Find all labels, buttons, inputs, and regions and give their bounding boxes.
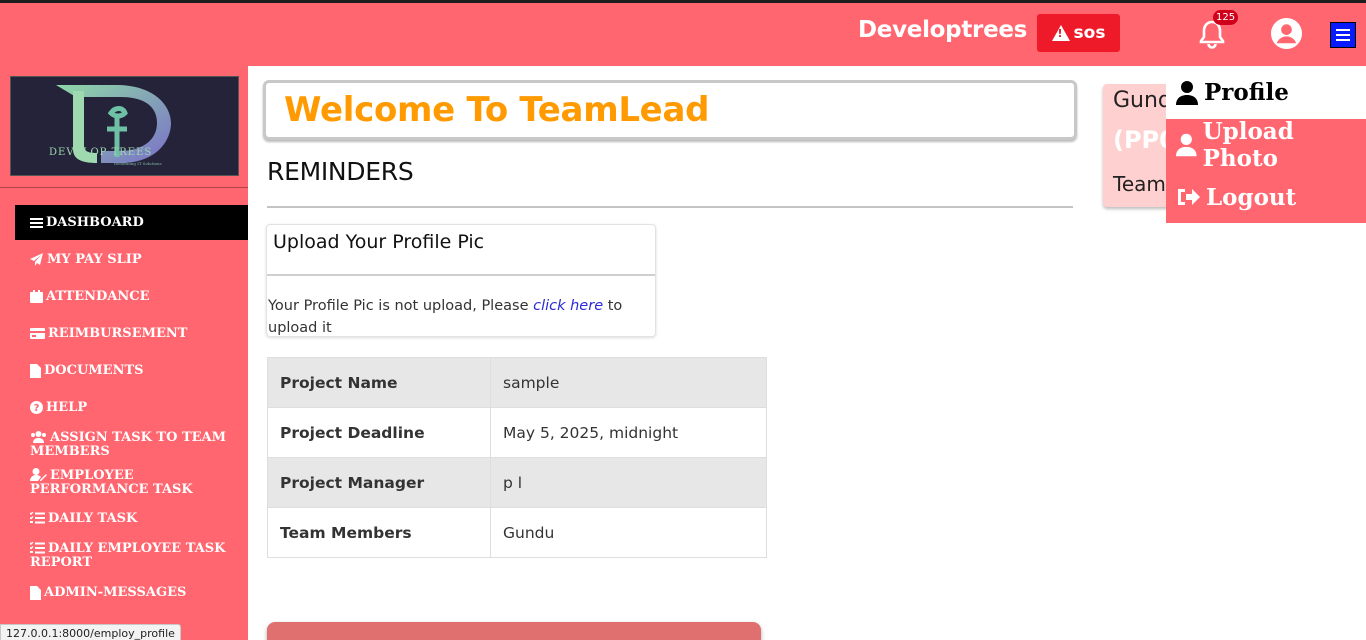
credit-card-icon	[30, 328, 45, 339]
dropdown-label: Profile	[1204, 79, 1289, 106]
project-name-value: sample	[490, 357, 767, 408]
table-row: Project Deadline May 5, 2025, midnight	[267, 407, 767, 458]
tasks-icon	[30, 512, 45, 524]
sidebar-divider	[0, 187, 248, 188]
sidebar-item-daily-employee-task-report[interactable]: DAILY EMPLOYEE TASK REPORT	[30, 542, 245, 570]
bars-icon	[30, 217, 43, 228]
sidebar-item-daily-task[interactable]: DAILY TASK	[30, 512, 245, 526]
table-row: Project Name sample	[267, 357, 767, 408]
company-logo[interactable]: DEVELOP TREES Redefining IT Solutions	[10, 76, 239, 176]
user-icon	[1176, 133, 1197, 157]
upload-card-title: Upload Your Profile Pic	[273, 231, 485, 253]
status-bar-url: 127.0.0.1:8000/employ_profile	[0, 624, 181, 640]
sign-out-icon	[1178, 189, 1200, 205]
user-dropdown-menu: Profile Upload Photo Logout	[1166, 66, 1366, 224]
sidebar-item-attendance[interactable]: ATTENDANCE	[30, 290, 245, 304]
sidebar-item-admin-messages[interactable]: ADMIN-MESSAGES	[30, 586, 245, 600]
dropdown-label: Upload Photo	[1202, 118, 1294, 172]
logo-text: DEVELOP TREES	[49, 147, 153, 158]
profile-role: Team	[1113, 172, 1166, 196]
sidebar-item-label: ADMIN-MESSAGES	[44, 585, 187, 600]
sidebar-item-label: EMPLOYEE PERFORMANCE TASK	[30, 468, 193, 497]
calendar-icon	[30, 290, 43, 303]
sidebar-item-label: DOCUMENTS	[44, 363, 144, 378]
brand-name[interactable]: Developtrees	[858, 17, 1027, 43]
file-icon	[30, 364, 41, 378]
sidebar-item-label: DASHBOARD	[46, 214, 144, 230]
user-circle-icon[interactable]	[1270, 17, 1303, 50]
paper-plane-icon	[30, 253, 43, 266]
welcome-title: Welcome To TeamLead	[284, 90, 710, 130]
dropdown-label: Logout	[1206, 183, 1297, 211]
dropdown-item-logout[interactable]: Logout	[1166, 171, 1366, 223]
table-row: Team Members Gundu	[267, 507, 767, 558]
project-name-key: Project Name	[267, 357, 491, 408]
question-circle-icon: ?	[30, 401, 43, 414]
sidebar-item-label: HELP	[46, 400, 88, 415]
bottom-card	[267, 622, 761, 640]
warning-icon	[1051, 25, 1070, 41]
svg-text:?: ?	[34, 403, 40, 414]
welcome-banner: Welcome To TeamLead	[263, 80, 1077, 140]
sidebar-item-reimbursement[interactable]: REIMBURSEMENT	[30, 327, 245, 341]
hamburger-menu-button[interactable]	[1330, 22, 1356, 48]
sidebar-item-assign-task[interactable]: ASSIGN TASK TO TEAM MEMBERS	[30, 431, 245, 459]
sidebar-item-label: DAILY TASK	[48, 511, 138, 526]
sidebar-item-employee-performance[interactable]: EMPLOYEE PERFORMANCE TASK	[30, 468, 245, 497]
sidebar-item-dashboard[interactable]: DASHBOARD	[15, 205, 248, 240]
reminders-heading: REMINDERS	[267, 157, 414, 186]
sidebar-item-label: ASSIGN TASK TO TEAM MEMBERS	[30, 430, 227, 459]
notification-badge: 125	[1213, 10, 1239, 25]
project-deadline-key: Project Deadline	[267, 407, 491, 458]
dropdown-item-profile[interactable]: Profile	[1166, 66, 1366, 119]
profile-name: Gund	[1113, 88, 1172, 113]
sidebar-item-label: DAILY EMPLOYEE TASK REPORT	[30, 541, 226, 570]
project-details-table: Project Name sample Project Deadline May…	[267, 357, 767, 558]
sidebar-item-label: MY PAY SLIP	[47, 252, 142, 267]
top-navbar	[0, 0, 1366, 66]
sidebar-item-help[interactable]: ? HELP	[30, 401, 245, 415]
upload-card-text: Your Profile Pic is not upload, Please c…	[268, 295, 648, 339]
team-members-key: Team Members	[267, 507, 491, 558]
team-members-value: Gundu	[490, 507, 767, 558]
sos-button[interactable]: sos	[1037, 14, 1120, 52]
sidebar-item-my-pay-slip[interactable]: MY PAY SLIP	[30, 253, 245, 267]
dropdown-item-upload-photo[interactable]: Upload Photo	[1166, 118, 1366, 172]
upload-profile-pic-card: Upload Your Profile Pic Your Profile Pic…	[266, 224, 656, 337]
card-divider	[267, 274, 655, 276]
file-icon	[30, 586, 41, 600]
reminders-divider	[267, 206, 1073, 208]
users-icon	[31, 431, 46, 443]
user-icon	[1176, 80, 1198, 105]
sidebar-item-documents[interactable]: DOCUMENTS	[30, 364, 245, 378]
sos-label: sos	[1073, 23, 1106, 43]
upload-text-before: Your Profile Pic is not upload, Please	[268, 298, 534, 314]
sidebar-item-label: REIMBURSEMENT	[48, 326, 188, 341]
logo-tagline: Redefining IT Solutions	[114, 161, 162, 166]
sidebar-item-label: ATTENDANCE	[46, 289, 150, 304]
project-manager-key: Project Manager	[267, 457, 491, 508]
project-deadline-value: May 5, 2025, midnight	[490, 407, 767, 458]
click-here-link[interactable]: click here	[533, 298, 603, 314]
project-manager-value: p l	[490, 457, 767, 508]
user-edit-icon	[30, 468, 47, 481]
table-row: Project Manager p l	[267, 457, 767, 508]
tasks-icon	[30, 542, 45, 554]
